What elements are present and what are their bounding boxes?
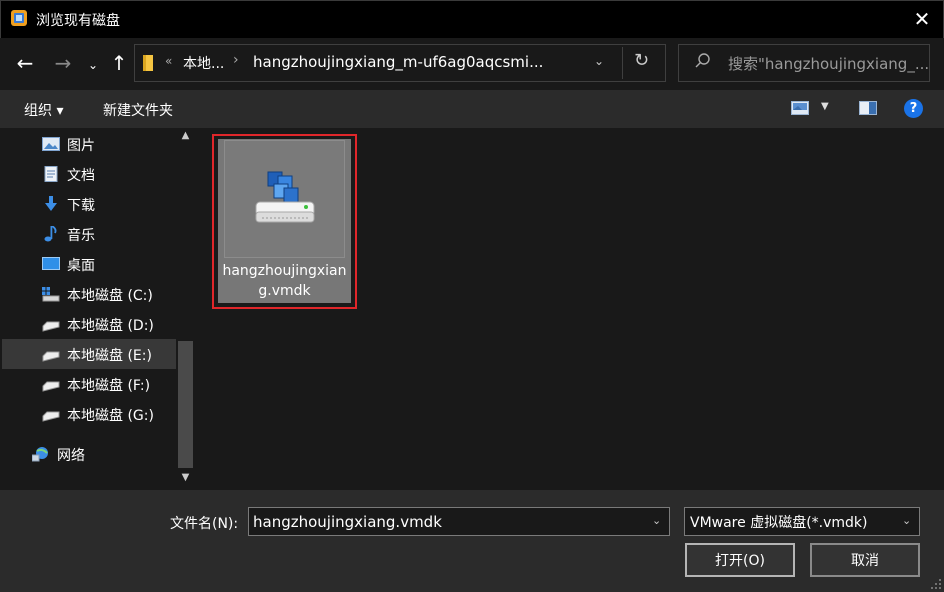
title-bar bbox=[0, 0, 944, 38]
sidebar-item-label: 图片 bbox=[67, 138, 95, 154]
search-placeholder: 搜索"hangzhoujingxiang_... bbox=[728, 55, 930, 73]
sidebar-item-drive-e[interactable]: 本地磁盘 (E:) bbox=[2, 339, 176, 369]
vmdk-disk-icon bbox=[255, 171, 315, 223]
cancel-button[interactable]: 取消 bbox=[810, 543, 920, 577]
filename-history-dropdown[interactable]: ⌄ bbox=[652, 514, 661, 527]
scroll-down-arrow[interactable]: ▼ bbox=[176, 472, 195, 488]
close-button[interactable]: ✕ bbox=[900, 0, 944, 38]
sidebar-item-label: 本地磁盘 (F:) bbox=[67, 378, 151, 394]
resize-grip-icon[interactable] bbox=[930, 578, 942, 590]
desktop-icon bbox=[42, 257, 60, 270]
help-button[interactable]: ? bbox=[904, 99, 923, 118]
forward-button[interactable]: → bbox=[50, 50, 76, 76]
music-icon bbox=[44, 226, 57, 242]
change-view-icon[interactable] bbox=[791, 101, 809, 115]
address-dropdown-button[interactable]: ⌄ bbox=[594, 54, 604, 68]
refresh-button[interactable]: ↻ bbox=[634, 50, 656, 71]
drive-icon bbox=[42, 351, 60, 362]
address-divider bbox=[622, 47, 623, 79]
search-icon bbox=[695, 53, 710, 68]
sidebar-item-label: 音乐 bbox=[67, 228, 95, 244]
filetype-dropdown-icon[interactable]: ⌄ bbox=[902, 514, 911, 527]
sidebar-item-drive-f[interactable]: 本地磁盘 (F:) bbox=[2, 369, 176, 399]
sidebar-item-pictures[interactable]: 图片 bbox=[2, 129, 176, 159]
new-folder-button[interactable]: 新建文件夹 bbox=[103, 100, 173, 120]
sidebar-item-drive-c[interactable]: 本地磁盘 (C:) bbox=[2, 279, 176, 309]
network-icon bbox=[32, 447, 48, 462]
up-button[interactable]: ↑ bbox=[106, 50, 132, 76]
sidebar-item-label: 桌面 bbox=[67, 258, 95, 274]
filename-input[interactable] bbox=[248, 507, 670, 536]
folder-icon bbox=[143, 55, 153, 71]
system-drive-icon bbox=[42, 287, 60, 302]
breadcrumb-separator[interactable]: › bbox=[233, 52, 239, 68]
sidebar-item-label: 下载 bbox=[67, 198, 95, 214]
sidebar-item-documents[interactable]: 文档 bbox=[2, 159, 176, 189]
back-button[interactable]: ← bbox=[12, 50, 38, 76]
organize-button[interactable]: 组织 ▾ bbox=[24, 100, 63, 120]
sidebar-item-label: 网络 bbox=[57, 448, 85, 464]
sidebar-item-label: 文档 bbox=[67, 168, 95, 184]
view-options-dropdown[interactable]: ▼ bbox=[821, 101, 829, 112]
drive-icon bbox=[42, 411, 60, 422]
sidebar-item-label: 本地磁盘 (C:) bbox=[67, 288, 153, 304]
recent-locations-button[interactable]: ⌄ bbox=[83, 52, 103, 78]
drive-icon bbox=[42, 321, 60, 332]
sidebar-item-drive-g[interactable]: 本地磁盘 (G:) bbox=[2, 399, 176, 429]
breadcrumb-current-folder[interactable]: hangzhoujingxiang_m-uf6ag0aqcsmi... bbox=[253, 53, 543, 71]
sidebar-item-desktop[interactable]: 桌面 bbox=[2, 249, 176, 279]
pictures-icon bbox=[42, 137, 60, 151]
dialog-footer bbox=[0, 490, 944, 592]
open-button[interactable]: 打开(O) bbox=[685, 543, 795, 577]
sidebar-item-label: 本地磁盘 (G:) bbox=[67, 408, 154, 424]
navigation-pane: 图片 文档 下载 音乐 桌面 本地磁盘 (C:) 本地磁盘 (D:) 本地磁盘 … bbox=[1, 128, 196, 490]
drive-icon bbox=[42, 381, 60, 392]
scrollbar-thumb[interactable] bbox=[178, 341, 193, 468]
preview-pane-icon[interactable] bbox=[859, 101, 877, 115]
sidebar-item-downloads[interactable]: 下载 bbox=[2, 189, 176, 219]
sidebar-item-label: 本地磁盘 (D:) bbox=[67, 318, 154, 334]
sidebar-item-music[interactable]: 音乐 bbox=[2, 219, 176, 249]
downloads-icon bbox=[45, 196, 57, 211]
sidebar-item-label: 本地磁盘 (E:) bbox=[67, 348, 152, 364]
filename-label: 文件名(N): bbox=[170, 516, 239, 532]
address-overflow-chevron[interactable]: « bbox=[165, 54, 172, 68]
scroll-up-arrow[interactable]: ▲ bbox=[176, 130, 195, 146]
filetype-selected-value: VMware 虚拟磁盘(*.vmdk) bbox=[690, 515, 868, 531]
breadcrumb-local-disk[interactable]: 本地... bbox=[183, 53, 224, 73]
vmware-app-icon bbox=[11, 10, 27, 26]
sidebar-item-network[interactable]: 网络 bbox=[0, 439, 166, 469]
documents-icon bbox=[44, 166, 58, 182]
file-name-label: hangzhoujingxiang.vmdk bbox=[222, 263, 347, 299]
window-title: 浏览现有磁盘 bbox=[36, 13, 120, 29]
sidebar-item-drive-d[interactable]: 本地磁盘 (D:) bbox=[2, 309, 176, 339]
